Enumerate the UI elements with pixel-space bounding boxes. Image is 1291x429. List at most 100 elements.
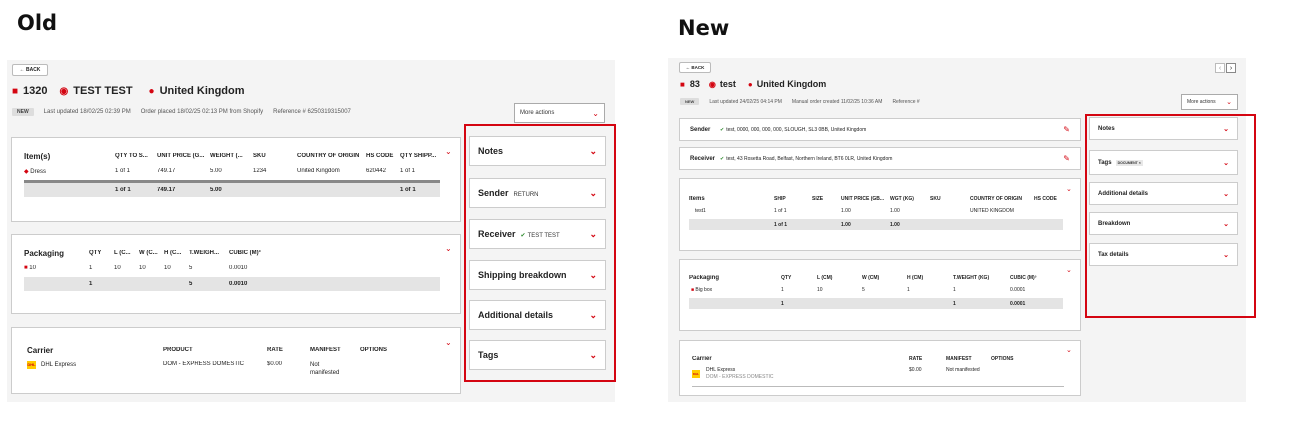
cell: $0.00	[909, 367, 922, 373]
cell: 1	[781, 300, 784, 307]
table-header: Item(s) QTY TO S... UNIT PRICE (G... WEI…	[24, 150, 440, 162]
col-header: PRODUCT	[163, 347, 193, 353]
table-header: Carrier PRODUCT RATE MANIFEST OPTIONS	[27, 344, 437, 356]
dhl-logo: DHL	[692, 370, 700, 378]
cell: 1 of 1	[115, 168, 131, 174]
cell: 1 of 1	[400, 168, 416, 174]
cell: 1234	[253, 168, 267, 174]
chevron-down-icon[interactable]: ⌄	[445, 244, 452, 253]
cell: 1.00	[841, 221, 851, 228]
carrier-cell: DHL DHL Express DOM - EXPRESS DOMESTIC	[692, 367, 909, 381]
cell: DOM - EXPRESS DOMESTIC	[163, 361, 245, 367]
carrier-cell: DHL DHL Express	[27, 361, 163, 369]
cell: 1.00	[890, 208, 900, 214]
col-header: Items	[689, 195, 705, 202]
back-button[interactable]: ← BACK	[12, 64, 48, 76]
table-header: Items SHIP SIZE UNIT PRICE (GB... WGT (K…	[689, 194, 1063, 203]
customer-name: test	[719, 79, 736, 89]
cell: 10	[139, 265, 146, 271]
cell: 1.00	[841, 208, 851, 214]
packaging-table: Packaging QTY L (C... W (C... H (C... T.…	[24, 247, 440, 291]
cell: 620442	[366, 168, 387, 174]
col-header: W (C...	[139, 250, 158, 256]
chevron-down-icon[interactable]: ⌄	[445, 147, 452, 156]
col-header: UNIT PRICE (GB...	[841, 195, 885, 202]
col-header: HS CODE	[366, 153, 394, 159]
table-total-row: 1 of 1 749.17 5.00 1 of 1	[24, 183, 440, 197]
col-header: OPTIONS	[991, 355, 1014, 362]
col-header: MANIFEST	[946, 355, 972, 362]
cell: 5.00	[210, 168, 222, 174]
location-pin-icon: ●	[148, 85, 155, 97]
highlight-box	[1085, 114, 1256, 318]
more-actions-dropdown[interactable]: More actions ⌄	[514, 103, 605, 123]
truck-icon: ■	[12, 85, 19, 97]
order-placed: Order placed 18/02/25 02:13 PM from Shop…	[140, 109, 264, 115]
order-meta: NEW Last updated 24/02/25 04:14 PM Manua…	[680, 98, 930, 105]
cell: 0.0010	[229, 265, 248, 271]
packaging-table: Packaging QTY L (CM) W (CM) H (CM) T.WEI…	[689, 273, 1063, 309]
package-cell: ■ 10	[24, 265, 89, 271]
pencil-icon[interactable]: ✎	[1063, 125, 1070, 134]
package-name: Big box	[695, 287, 713, 293]
chevron-down-icon[interactable]: ⌄	[445, 338, 452, 347]
col-header: OPTIONS	[360, 347, 388, 353]
col-header: Carrier	[692, 355, 712, 362]
table-header: Packaging QTY L (C... W (C... H (C... T.…	[24, 247, 440, 259]
chevron-down-icon[interactable]: ⌄	[1066, 185, 1072, 193]
sender-address: test, 0000, 000, 000, 000, SLOUGH, SL3 0…	[726, 126, 867, 133]
col-header: Packaging	[689, 274, 720, 281]
col-header: WGT (KG)	[890, 195, 914, 202]
chevron-left-icon[interactable]: ‹	[1215, 63, 1225, 73]
chevron-down-icon[interactable]: ⌄	[1066, 266, 1072, 274]
col-header: MANIFEST	[310, 347, 341, 353]
chevron-down-icon[interactable]: ⌄	[1066, 346, 1072, 354]
order-number: 1320	[23, 85, 48, 97]
back-button[interactable]: ← BACK	[679, 62, 711, 73]
cell: 5	[189, 265, 193, 271]
col-header: QTY	[89, 250, 102, 256]
order-meta: NEW Last updated 18/02/25 02:39 PM Order…	[12, 108, 361, 116]
cell: 0.0010	[229, 281, 248, 287]
col-header: H (CM)	[907, 274, 924, 281]
cell: 1	[953, 300, 956, 307]
status-badge: NEW	[680, 98, 700, 105]
cell: 749.17	[157, 187, 176, 193]
package-cell: ■ Big box	[689, 287, 781, 293]
cell: 1	[89, 281, 93, 287]
carrier-name: DHL Express	[41, 362, 77, 368]
col-header: UNIT PRICE (G...	[157, 153, 205, 159]
check-icon: ✔	[720, 126, 725, 133]
dhl-logo: DHL	[27, 361, 36, 369]
reference: Reference # 6250319315007	[273, 109, 351, 115]
chevron-right-icon[interactable]: ›	[1226, 63, 1236, 73]
carrier-table: Carrier RATE MANIFEST OPTIONS DHL DHL Ex…	[692, 354, 1064, 387]
cell: 1	[89, 265, 93, 271]
check-icon: ✔	[720, 155, 725, 162]
pencil-icon[interactable]: ✎	[1063, 154, 1070, 163]
cell: 5	[189, 281, 193, 287]
col-header: Packaging	[24, 248, 65, 258]
table-row: ■ Big box 1 10 5 1 1 0.0001	[689, 282, 1063, 298]
cell: 1	[953, 287, 956, 293]
cell: 5	[862, 287, 865, 293]
cell: 1 of 1	[115, 187, 131, 193]
location-pin-icon: ●	[747, 79, 753, 89]
cell: 1.00	[890, 221, 900, 228]
old-heading: Old	[17, 11, 58, 35]
carrier-product: DOM - EXPRESS DOMESTIC	[706, 374, 774, 380]
chevron-down-icon: ⌄	[592, 108, 599, 118]
table-header: Carrier RATE MANIFEST OPTIONS	[692, 354, 1064, 363]
last-updated: Last updated 24/02/25 04:14 PM	[709, 98, 782, 105]
cell: United Kingdom	[297, 168, 340, 174]
col-header: SKU	[253, 153, 266, 159]
more-actions-dropdown[interactable]: More actions ⌄	[1181, 94, 1238, 110]
receiver-label: Receiver	[690, 155, 716, 162]
col-header: SHIP	[774, 195, 786, 202]
col-header: COUNTRY OF ORIGIN	[297, 153, 360, 159]
col-header: SKU	[930, 195, 941, 202]
status-badge: NEW	[12, 108, 34, 116]
cell: 10	[114, 265, 121, 271]
country-name: United Kingdom	[756, 79, 827, 89]
sender-card: Sender ✔ test, 0000, 000, 000, 000, SLOU…	[679, 118, 1081, 141]
